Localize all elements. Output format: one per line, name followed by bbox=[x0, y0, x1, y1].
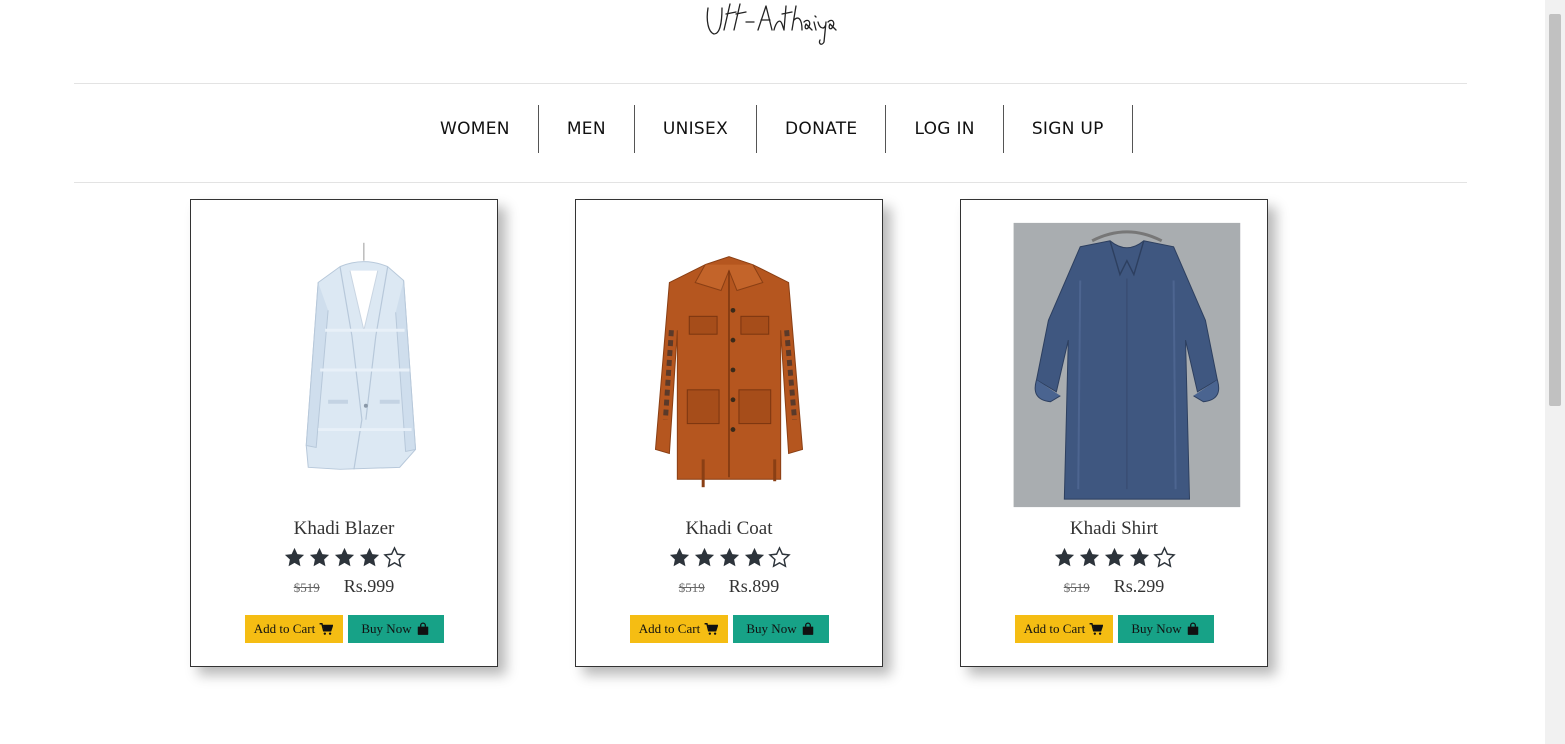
star-empty-icon bbox=[382, 546, 406, 568]
shopping-bag-icon bbox=[417, 622, 428, 635]
nav-men[interactable]: MEN bbox=[539, 105, 635, 153]
star-filled-icon bbox=[744, 547, 764, 567]
header-divider-bottom bbox=[74, 182, 1467, 183]
old-price: $519 bbox=[1063, 580, 1090, 595]
star-filled-icon bbox=[1054, 547, 1074, 567]
product-rating bbox=[576, 546, 882, 569]
current-price: Rs.999 bbox=[343, 576, 395, 596]
star-empty-icon bbox=[767, 546, 791, 568]
blazer-image[interactable] bbox=[191, 220, 497, 508]
star-filled-icon bbox=[694, 547, 714, 567]
old-price: $519 bbox=[678, 580, 705, 595]
main-nav: WOMEN MEN UNISEX DONATE LOG IN SIGN UP bbox=[412, 105, 1133, 153]
product-name[interactable]: Khadi Shirt bbox=[961, 518, 1267, 540]
star-filled-icon bbox=[309, 547, 329, 567]
product-rating bbox=[191, 546, 497, 569]
scrollbar-thumb[interactable] bbox=[1549, 14, 1561, 406]
product-name[interactable]: Khadi Blazer bbox=[191, 518, 497, 540]
star-filled-icon bbox=[669, 547, 689, 567]
star-filled-icon bbox=[334, 547, 354, 567]
shopping-bag-icon bbox=[802, 622, 813, 635]
page-scrollbar[interactable] bbox=[1545, 0, 1565, 744]
shopping-bag-icon bbox=[1187, 622, 1198, 635]
product-prices: $519 Rs.299 bbox=[961, 576, 1267, 597]
add-to-cart-label: Add to Cart bbox=[253, 621, 316, 636]
nav-women[interactable]: WOMEN bbox=[412, 105, 539, 153]
buy-now-button[interactable]: Buy Now bbox=[732, 615, 829, 643]
star-filled-icon bbox=[1129, 547, 1149, 567]
brand-logo[interactable] bbox=[700, 0, 840, 50]
add-to-cart-button[interactable]: Add to Cart bbox=[1014, 615, 1113, 643]
star-filled-icon bbox=[719, 547, 739, 567]
product-rating bbox=[961, 546, 1267, 569]
buy-now-button[interactable]: Buy Now bbox=[1117, 615, 1214, 643]
star-filled-icon bbox=[284, 547, 304, 567]
product-card: Khadi Shirt $519 Rs.299 Add to Cart Buy … bbox=[960, 199, 1268, 667]
cart-icon bbox=[319, 623, 334, 635]
nav-sign-up[interactable]: SIGN UP bbox=[1004, 105, 1133, 153]
add-to-cart-button[interactable]: Add to Cart bbox=[244, 615, 343, 643]
header-divider-top bbox=[74, 83, 1467, 84]
star-filled-icon bbox=[359, 547, 379, 567]
nav-donate[interactable]: DONATE bbox=[757, 105, 887, 153]
star-filled-icon bbox=[1104, 547, 1124, 567]
product-prices: $519 Rs.899 bbox=[576, 576, 882, 597]
nav-unisex[interactable]: UNISEX bbox=[635, 105, 758, 153]
cart-icon bbox=[1089, 623, 1104, 635]
product-prices: $519 Rs.999 bbox=[191, 576, 497, 597]
star-empty-icon bbox=[1152, 546, 1176, 568]
add-to-cart-label: Add to Cart bbox=[1023, 621, 1086, 636]
add-to-cart-label: Add to Cart bbox=[638, 621, 701, 636]
current-price: Rs.299 bbox=[1113, 576, 1165, 596]
buy-now-label: Buy Now bbox=[1131, 621, 1182, 636]
current-price: Rs.899 bbox=[728, 576, 780, 596]
product-name[interactable]: Khadi Coat bbox=[576, 518, 882, 540]
product-card: Khadi Coat $519 Rs.899 Add to Cart Buy N… bbox=[575, 199, 883, 667]
add-to-cart-button[interactable]: Add to Cart bbox=[629, 615, 728, 643]
shirt-image[interactable] bbox=[961, 220, 1267, 508]
buy-now-button[interactable]: Buy Now bbox=[347, 615, 444, 643]
buy-now-label: Buy Now bbox=[746, 621, 797, 636]
buy-now-label: Buy Now bbox=[361, 621, 412, 636]
nav-log-in[interactable]: LOG IN bbox=[886, 105, 1004, 153]
old-price: $519 bbox=[293, 580, 320, 595]
coat-image[interactable] bbox=[576, 220, 882, 508]
cart-icon bbox=[704, 623, 719, 635]
star-filled-icon bbox=[1079, 547, 1099, 567]
product-card: Khadi Blazer $519 Rs.999 Add to Cart Buy… bbox=[190, 199, 498, 667]
